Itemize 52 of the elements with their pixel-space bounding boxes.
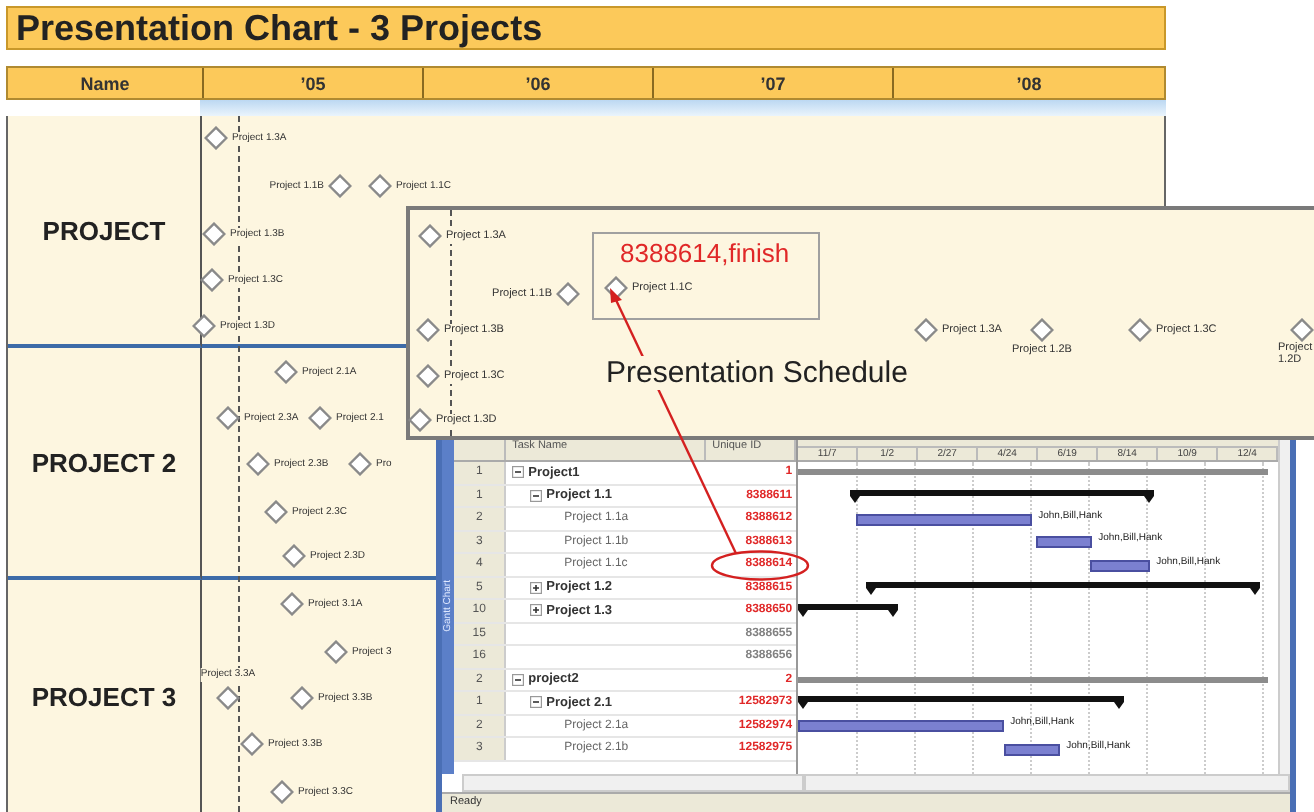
diamond-icon bbox=[202, 222, 226, 246]
panel-title: Presentation Schedule bbox=[606, 356, 908, 390]
diamond-icon bbox=[914, 318, 938, 342]
diamond-icon bbox=[1030, 318, 1054, 342]
diamond-icon bbox=[418, 224, 442, 248]
expand-icon[interactable] bbox=[530, 604, 543, 617]
diamond-icon bbox=[264, 500, 288, 524]
summary-bar bbox=[798, 604, 899, 618]
project-name: PROJECT 2 bbox=[8, 348, 202, 580]
horizontal-scrollbar[interactable] bbox=[804, 774, 1290, 792]
diamond-icon bbox=[216, 686, 240, 710]
diamond-icon bbox=[1128, 318, 1152, 342]
diamond-icon bbox=[416, 318, 440, 342]
collapse-icon[interactable] bbox=[530, 696, 543, 709]
diamond-icon bbox=[240, 732, 264, 756]
task-bar bbox=[1090, 559, 1151, 571]
diamond-icon bbox=[416, 364, 440, 388]
diamond-icon bbox=[204, 126, 228, 150]
year-header: ’05 bbox=[202, 68, 422, 98]
callout-text: 8388614,finish bbox=[620, 238, 790, 268]
task-bar bbox=[1004, 743, 1061, 755]
diamond-icon bbox=[348, 452, 372, 476]
diamond-icon bbox=[368, 174, 392, 198]
project-name: PROJECT 3 bbox=[8, 580, 202, 812]
diamond-icon bbox=[328, 174, 352, 198]
year-header: ’07 bbox=[652, 68, 892, 98]
year-header: ’06 bbox=[422, 68, 652, 98]
expand-icon[interactable] bbox=[530, 581, 543, 594]
diamond-icon bbox=[274, 360, 298, 384]
diamond-icon bbox=[192, 314, 216, 338]
diamond-icon bbox=[216, 406, 240, 430]
diamond-icon bbox=[604, 276, 628, 300]
collapse-icon[interactable] bbox=[512, 466, 525, 479]
collapse-icon[interactable] bbox=[512, 673, 525, 686]
diamond-icon bbox=[200, 268, 224, 292]
collapse-icon[interactable] bbox=[530, 489, 543, 502]
year-header: ’08 bbox=[892, 68, 1164, 98]
diamond-icon bbox=[290, 686, 314, 710]
chart-title: Presentation Chart - 3 Projects bbox=[6, 6, 1166, 50]
diamond-icon bbox=[308, 406, 332, 430]
diamond-icon bbox=[1290, 318, 1314, 342]
diamond-icon bbox=[282, 544, 306, 568]
horizontal-scrollbar[interactable] bbox=[462, 774, 804, 792]
vertical-scrollbar[interactable] bbox=[1278, 438, 1290, 774]
diamond-icon bbox=[556, 282, 580, 306]
diamond-icon bbox=[324, 640, 348, 664]
diamond-icon bbox=[246, 452, 270, 476]
diamond-icon bbox=[408, 408, 432, 432]
diamond-icon bbox=[280, 592, 304, 616]
task-bar bbox=[1036, 536, 1093, 548]
diamond-icon bbox=[270, 780, 294, 804]
column-header: Name bbox=[78, 71, 132, 97]
